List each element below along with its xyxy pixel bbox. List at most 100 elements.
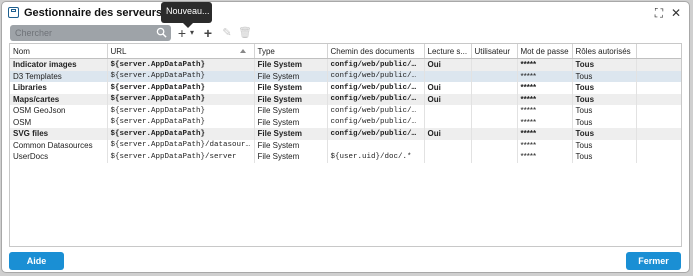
cell-document-path: config/web/public/l... [327, 82, 425, 94]
edit-icon[interactable]: ✎ [221, 25, 233, 41]
cell-read-only [424, 70, 472, 82]
title-bar: Gestionnaire des serveurs de ⛶ ✕ [2, 2, 689, 24]
cell-read-only [424, 151, 472, 163]
help-button[interactable]: Aide [9, 252, 64, 270]
dialog-title: Gestionnaire des serveurs de [24, 7, 179, 19]
table-row[interactable]: SVG files ${server.AppDataPath} File Syste… [10, 128, 681, 140]
close-button[interactable]: Fermer [626, 252, 681, 270]
cell-user [471, 151, 518, 163]
table-row[interactable]: OSM GeoJson ${server.AppDataPath} File Sys… [10, 105, 681, 117]
cell-url: ${server.AppDataPath}/server [107, 151, 255, 163]
cell-filler [636, 105, 681, 117]
column-header-document-path[interactable]: Chemin des documents [327, 44, 425, 59]
servers-table: Nom URL Type Chemin des documents Lectur… [9, 43, 682, 247]
column-header-url-label: URL [110, 46, 127, 56]
cell-password: ***** [517, 93, 573, 105]
cell-password: ***** [517, 151, 573, 163]
table-row[interactable]: Maps/cartes ${server.AppDataPath} File Sys… [10, 93, 681, 105]
column-header-url[interactable]: URL [107, 44, 255, 59]
column-header-name[interactable]: Nom [10, 44, 108, 59]
table-row[interactable]: OSM ${server.AppDataPath} File System confi… [10, 116, 681, 128]
cell-filler [636, 93, 681, 105]
sort-ascending-icon [239, 49, 246, 53]
cell-user [471, 93, 518, 105]
cell-user [471, 58, 518, 71]
cell-type: File System [254, 105, 328, 117]
cell-allowed-roles: Tous [572, 105, 637, 117]
cell-user [471, 105, 518, 117]
cell-document-path: config/web/public/i... [327, 128, 425, 140]
cell-type: File System [254, 58, 328, 71]
cell-name: D3 Templates [10, 70, 108, 82]
cell-document-path: config/web/public/osm/.* [327, 116, 425, 128]
cell-allowed-roles: Tous [572, 151, 637, 163]
cell-password: ***** [517, 58, 573, 71]
cell-document-path: ${user.uid}/doc/.* [327, 151, 425, 163]
cell-type: File System [254, 70, 328, 82]
column-header-password[interactable]: Mot de passe [517, 44, 573, 59]
column-header-filler [636, 44, 681, 59]
cell-url: ${server.AppDataPath}/datasources [107, 139, 255, 151]
table-row[interactable]: D3 Templates ${server.AppDataPath} File Sy… [10, 70, 681, 82]
cell-user [471, 116, 518, 128]
cell-name: Maps/cartes [10, 93, 108, 105]
cell-url: ${server.AppDataPath} [107, 70, 255, 82]
cell-allowed-roles: Tous [572, 70, 637, 82]
cell-name: Common Datasources [10, 139, 108, 151]
cell-url: ${server.AppDataPath} [107, 82, 255, 94]
column-header-user[interactable]: Utilisateur [471, 44, 518, 59]
cell-password: ***** [517, 139, 573, 151]
toolbar: + ▾ + ✎ 🗑 [2, 24, 689, 42]
cell-read-only: Oui [424, 82, 472, 94]
cell-url: ${server.AppDataPath} [107, 93, 255, 105]
cell-document-path: config/web/public/... [327, 93, 425, 105]
cell-url: ${server.AppDataPath} [107, 116, 255, 128]
table-header: Nom URL Type Chemin des documents Lectur… [10, 44, 681, 59]
cell-name: OSM GeoJson [10, 105, 108, 117]
column-header-allowed-roles[interactable]: Rôles autorisés [572, 44, 637, 59]
cell-name: OSM [10, 116, 108, 128]
cell-type: File System [254, 93, 328, 105]
table-row[interactable]: Common Datasources ${server.AppDataPath}/… [10, 139, 681, 151]
cell-user [471, 70, 518, 82]
cell-type: File System [254, 128, 328, 140]
cell-filler [636, 151, 681, 163]
new-tooltip: Nouveau... [161, 2, 212, 28]
cell-url: ${server.AppDataPath} [107, 58, 255, 71]
cell-filler [636, 70, 681, 82]
maximize-icon[interactable]: ⛶ [652, 6, 666, 20]
cell-type: File System [254, 139, 328, 151]
cell-allowed-roles: Tous [572, 139, 637, 151]
cell-password: ***** [517, 70, 573, 82]
cell-document-path: config/web/public/D3te... [327, 70, 425, 82]
cell-filler [636, 58, 681, 71]
search-icon[interactable] [156, 27, 167, 38]
cell-password: ***** [517, 105, 573, 117]
cell-name: UserDocs [10, 151, 108, 163]
column-header-read-only[interactable]: Lecture s... [424, 44, 472, 59]
cell-user [471, 82, 518, 94]
cell-password: ***** [517, 116, 573, 128]
add-server-icon[interactable]: + [201, 25, 215, 41]
delete-icon[interactable]: 🗑 [238, 25, 252, 41]
search-input[interactable] [15, 27, 155, 39]
table-row[interactable]: Indicator images ${server.AppDataPath} Fil… [10, 58, 681, 71]
cell-filler [636, 128, 681, 140]
table-row[interactable]: UserDocs ${server.AppDataPath}/server File… [10, 151, 681, 163]
cell-allowed-roles: Tous [572, 82, 637, 94]
cell-type: File System [254, 82, 328, 94]
cell-filler [636, 139, 681, 151]
cell-filler [636, 82, 681, 94]
cell-read-only: Oui [424, 93, 472, 105]
close-icon[interactable]: ✕ [669, 6, 683, 20]
cell-type: File System [254, 116, 328, 128]
cell-document-path: config/web/public/i... [327, 58, 425, 71]
table-row[interactable]: Libraries ${server.AppDataPath} File Syste… [10, 82, 681, 94]
cell-url: ${server.AppDataPath} [107, 128, 255, 140]
cell-name: Libraries [10, 82, 108, 94]
cell-allowed-roles: Tous [572, 93, 637, 105]
cell-read-only [424, 116, 472, 128]
dialog-app-icon [8, 7, 19, 18]
column-header-type[interactable]: Type [254, 44, 328, 59]
cell-filler [636, 116, 681, 128]
